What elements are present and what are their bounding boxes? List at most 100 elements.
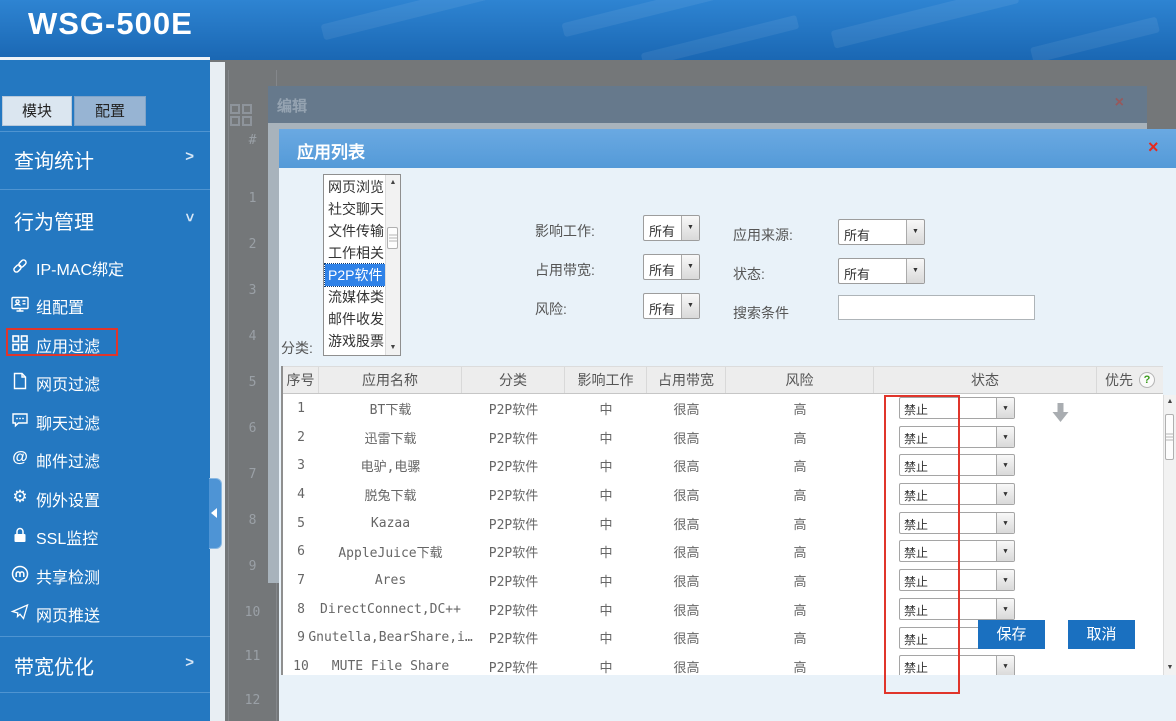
sidebar-item-ip-mac[interactable]: IP-MAC绑定 [0, 247, 210, 285]
sidebar-item-exception-settings[interactable]: ⚙ 例外设置 [0, 478, 210, 516]
close-icon[interactable] [1148, 137, 1159, 158]
cell-no: 6 [283, 537, 319, 566]
category-option[interactable]: 邮件收发 [325, 308, 385, 330]
sidebar-section-behavior-mgmt[interactable]: 行为管理 [0, 189, 210, 247]
move-down-icon[interactable] [1052, 403, 1069, 427]
table-row[interactable]: 5 Kazaa P2P软件 中 很高 高 禁止 [283, 509, 1163, 538]
edit-dialog-header[interactable]: 编辑 [268, 86, 1147, 123]
cell-impact: 中 [565, 423, 647, 452]
category-option[interactable]: 游戏股票 [325, 330, 385, 352]
status-select[interactable]: 禁止 [899, 397, 1015, 419]
status-select[interactable]: 禁止 [899, 598, 1015, 620]
cell-status: 禁止 [874, 652, 1097, 675]
table-row[interactable]: 1 BT下载 P2P软件 中 很高 高 禁止 [283, 394, 1163, 423]
status-filter-select[interactable]: 所有 [838, 258, 925, 284]
cell-risk: 高 [726, 595, 874, 624]
close-icon[interactable] [1115, 94, 1124, 112]
scroll-up-icon[interactable]: ▲ [1164, 395, 1176, 409]
status-select[interactable]: 禁止 [899, 483, 1015, 505]
dropdown-arrow-icon[interactable] [906, 259, 924, 283]
scroll-up-icon[interactable]: ▲ [386, 175, 400, 190]
status-select[interactable]: 禁止 [899, 540, 1015, 562]
edit-dialog-title: 编辑 [277, 95, 307, 116]
sidebar-section-bandwidth-opt[interactable]: 带宽优化 [0, 636, 210, 690]
selected-value: 禁止 [904, 544, 928, 561]
category-option[interactable]: 社交聊天 [325, 198, 385, 220]
category-option[interactable]: 流媒体类 [325, 286, 385, 308]
cell-name: 迅雷下载 [319, 423, 462, 452]
dropdown-arrow-icon[interactable] [681, 216, 699, 240]
selected-value: 禁止 [904, 430, 928, 447]
source-filter-label: 应用来源: [733, 225, 793, 245]
sidebar-item-group-config[interactable]: 组配置 [0, 285, 210, 323]
listbox-scrollbar[interactable]: ▲ ▼ [385, 175, 400, 355]
sidebar-section-query-stats[interactable]: 查询统计 [0, 131, 210, 183]
sidebar-item-ssl-monitor[interactable]: SSL监控 [0, 516, 210, 554]
sidebar-item-web-push[interactable]: 网页推送 [0, 593, 210, 631]
impact-filter-select[interactable]: 所有 [643, 215, 700, 241]
risk-filter-select[interactable]: 所有 [643, 293, 700, 319]
category-option[interactable]: 文件传输 [325, 220, 385, 242]
status-select[interactable]: 禁止 [899, 512, 1015, 534]
dropdown-arrow-icon[interactable] [996, 513, 1014, 533]
category-listbox: 网页浏览 社交聊天 文件传输 工作相关 P2P软件 流媒体类 邮件收发 游戏股票… [323, 174, 401, 356]
category-option[interactable]: 网页浏览 [325, 176, 385, 198]
scrollbar-thumb[interactable] [387, 227, 398, 249]
table-row[interactable]: 4 脱兔下载 P2P软件 中 很高 高 禁止 [283, 480, 1163, 509]
search-input[interactable] [838, 295, 1035, 320]
dropdown-arrow-icon[interactable] [996, 484, 1014, 504]
sidebar-item-app-filter[interactable]: 应用过滤 [0, 324, 210, 362]
cancel-button[interactable]: 取消 [1068, 620, 1135, 649]
dropdown-arrow-icon[interactable] [996, 427, 1014, 447]
status-filter-label: 状态: [733, 264, 765, 284]
cell-name: Kazaa [319, 509, 462, 538]
tab-module[interactable]: 模块 [2, 96, 72, 126]
bandwidth-filter-select[interactable]: 所有 [643, 254, 700, 280]
sidebar-item-web-filter[interactable]: 网页过滤 [0, 362, 210, 400]
help-icon[interactable]: ? [1139, 372, 1155, 388]
selected-value: 所有 [844, 225, 870, 244]
dropdown-arrow-icon[interactable] [906, 220, 924, 244]
table-row[interactable]: 2 迅雷下载 P2P软件 中 很高 高 禁止 [283, 423, 1163, 452]
sidebar-item-label: 组配置 [36, 294, 84, 318]
dropdown-arrow-icon[interactable] [996, 455, 1014, 475]
table-row[interactable]: 7 Ares P2P软件 中 很高 高 禁止 [283, 566, 1163, 595]
table-row[interactable]: 3 电驴,电骡 P2P软件 中 很高 高 禁止 [283, 451, 1163, 480]
sidebar-collapse-handle[interactable] [209, 478, 222, 549]
category-option[interactable]: 工作相关 [325, 242, 385, 264]
save-button[interactable]: 保存 [978, 620, 1045, 649]
sidebar-item-chat-filter[interactable]: 聊天过滤 [0, 401, 210, 439]
sidebar-item-mail-filter[interactable]: @ 邮件过滤 [0, 439, 210, 477]
scroll-down-icon[interactable]: ▼ [1164, 661, 1176, 675]
tab-config[interactable]: 配置 [74, 96, 146, 126]
source-filter-select[interactable]: 所有 [838, 219, 925, 245]
keyboard-texture [641, 15, 800, 60]
chevron-right-icon [185, 654, 194, 671]
table-row[interactable]: 10 MUTE File Share P2P软件 中 很高 高 禁止 [283, 652, 1163, 675]
cell-bandwidth: 很高 [647, 394, 726, 423]
app-list-dialog-header[interactable]: 应用列表 [279, 129, 1176, 168]
status-select[interactable]: 禁止 [899, 454, 1015, 476]
dropdown-arrow-icon[interactable] [996, 398, 1014, 418]
status-select[interactable]: 禁止 [899, 569, 1015, 591]
sidebar-item-share-detect[interactable]: 共享检测 [0, 555, 210, 593]
category-option-selected[interactable]: P2P软件 [325, 264, 385, 286]
dropdown-arrow-icon[interactable] [996, 570, 1014, 590]
table-scrollbar[interactable]: ▲ ▼ [1163, 395, 1176, 675]
dropdown-arrow-icon[interactable] [681, 255, 699, 279]
sidebar-section-user-auth[interactable]: 用户认证 [0, 692, 210, 721]
scrollbar-thumb[interactable] [1165, 414, 1174, 460]
cell-bandwidth: 很高 [647, 624, 726, 653]
scroll-down-icon[interactable]: ▼ [386, 340, 400, 355]
dropdown-arrow-icon[interactable] [996, 656, 1014, 675]
status-select[interactable]: 禁止 [899, 426, 1015, 448]
dropdown-arrow-icon[interactable] [996, 599, 1014, 619]
status-select[interactable]: 禁止 [899, 655, 1015, 675]
table-row[interactable]: 6 AppleJuice下载 P2P软件 中 很高 高 禁止 [283, 537, 1163, 566]
dropdown-arrow-icon[interactable] [996, 541, 1014, 561]
dropdown-arrow-icon[interactable] [681, 294, 699, 318]
cell-status: 禁止 [874, 509, 1097, 538]
cell-priority [1097, 509, 1163, 538]
cell-name: Gnutella,BearShare,i… [319, 624, 462, 653]
cell-no: 4 [283, 480, 319, 509]
